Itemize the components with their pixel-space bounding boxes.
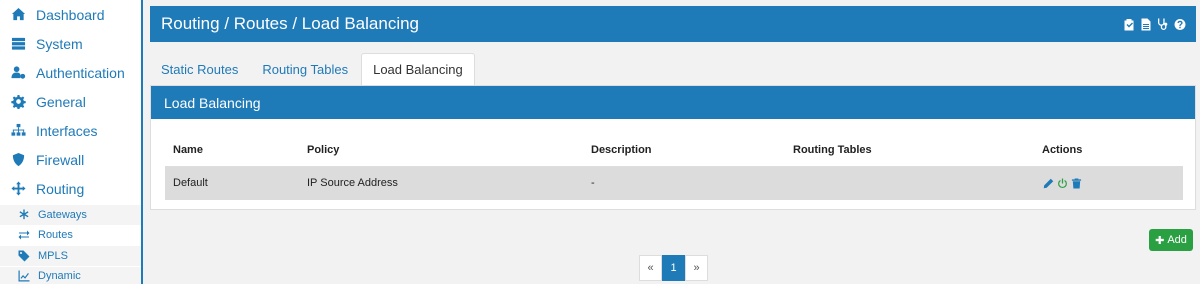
question-circle-icon[interactable] [1173,17,1186,31]
row-actions [1042,177,1183,189]
sidebar-subitem-label: Gateways [38,208,87,221]
asterisk-icon [17,209,31,221]
load-balancing-panel: Load Balancing Name Policy Description R… [150,85,1196,210]
table-row: Default IP Source Address - [165,166,1183,200]
clipboard-check-icon[interactable] [1122,17,1135,31]
sidebar-subitem-label: Dynamic [38,270,81,283]
sidebar-item-label: General [36,93,86,110]
cell-name: Default [165,166,299,200]
sidebar-subitem-dynamic[interactable]: Dynamic [0,266,141,284]
sidebar-item-label: Dashboard [36,6,105,23]
load-balancing-table: Name Policy Description Routing Tables A… [165,134,1183,200]
sidebar-subitem-label: Routes [38,229,73,242]
sidebar-item-firewall[interactable]: Firewall [0,145,141,174]
column-header-name: Name [165,134,299,167]
panel-title: Load Balancing [151,86,1195,119]
chart-line-icon [17,270,31,282]
tab-routing-tables[interactable]: Routing Tables [251,53,359,85]
trash-icon[interactable] [1070,177,1082,189]
tab-static-routes[interactable]: Static Routes [150,53,249,85]
tag-icon [17,250,31,262]
column-header-description: Description [583,134,785,167]
power-icon[interactable] [1056,177,1068,189]
add-button-label: Add [1167,234,1187,246]
sidebar-subitem-mpls[interactable]: MPLS [0,246,141,267]
stethoscope-icon[interactable] [1156,17,1169,31]
home-icon [9,7,27,23]
add-button[interactable]: ✚ Add [1149,229,1193,251]
users-cog-icon [9,65,27,81]
pagination-next[interactable]: » [685,255,708,281]
sidebar-item-general[interactable]: General [0,87,141,116]
pagination-page-current[interactable]: 1 [662,255,685,281]
cell-description: - [583,166,785,200]
column-header-actions: Actions [1034,134,1183,167]
sidebar-item-label: Routing [36,180,85,197]
pagination-prev[interactable]: « [639,255,662,281]
server-icon [9,36,27,52]
sidebar-subitem-label: MPLS [38,249,68,262]
header-icons [1122,17,1186,31]
sidebar-item-label: System [36,35,83,52]
sidebar-subitem-routes[interactable]: Routes [0,225,141,246]
shield-icon [9,152,27,168]
sidebar-item-system[interactable]: System [0,29,141,58]
sidebar-item-label: Authentication [36,64,125,81]
sidebar-subitem-gateways[interactable]: Gateways [0,205,141,226]
page-title: Routing / Routes / Load Balancing [161,14,420,33]
sitemap-icon [9,123,27,139]
tab-bar: Static Routes Routing Tables Load Balanc… [150,53,477,85]
column-header-policy: Policy [299,134,583,167]
sidebar-item-label: Firewall [36,151,85,168]
cell-actions [1034,166,1183,200]
column-header-routing-tables: Routing Tables [785,134,1034,167]
sidebar-item-interfaces[interactable]: Interfaces [0,116,141,145]
tab-load-balancing[interactable]: Load Balancing [361,53,475,85]
plus-icon: ✚ [1155,234,1165,247]
sidebar-item-routing[interactable]: Routing [0,174,141,203]
file-icon[interactable] [1139,17,1152,31]
exchange-icon [17,229,31,241]
sidebar-item-label: Interfaces [36,122,98,139]
arrows-icon [9,181,27,197]
page-header: Routing / Routes / Load Balancing [150,6,1196,42]
table-header-row: Name Policy Description Routing Tables A… [165,134,1183,167]
sidebar-item-dashboard[interactable]: Dashboard [0,0,141,29]
cell-policy: IP Source Address [299,166,583,200]
sidebar: Dashboard System Authentication General … [0,0,143,284]
cell-routing-tables [785,166,1034,200]
gear-icon [9,94,27,110]
sidebar-item-authentication[interactable]: Authentication [0,58,141,87]
pagination: « 1 » [639,255,708,281]
pencil-icon[interactable] [1042,177,1054,189]
routing-submenu: Gateways Routes MPLS Dynamic [0,205,141,284]
